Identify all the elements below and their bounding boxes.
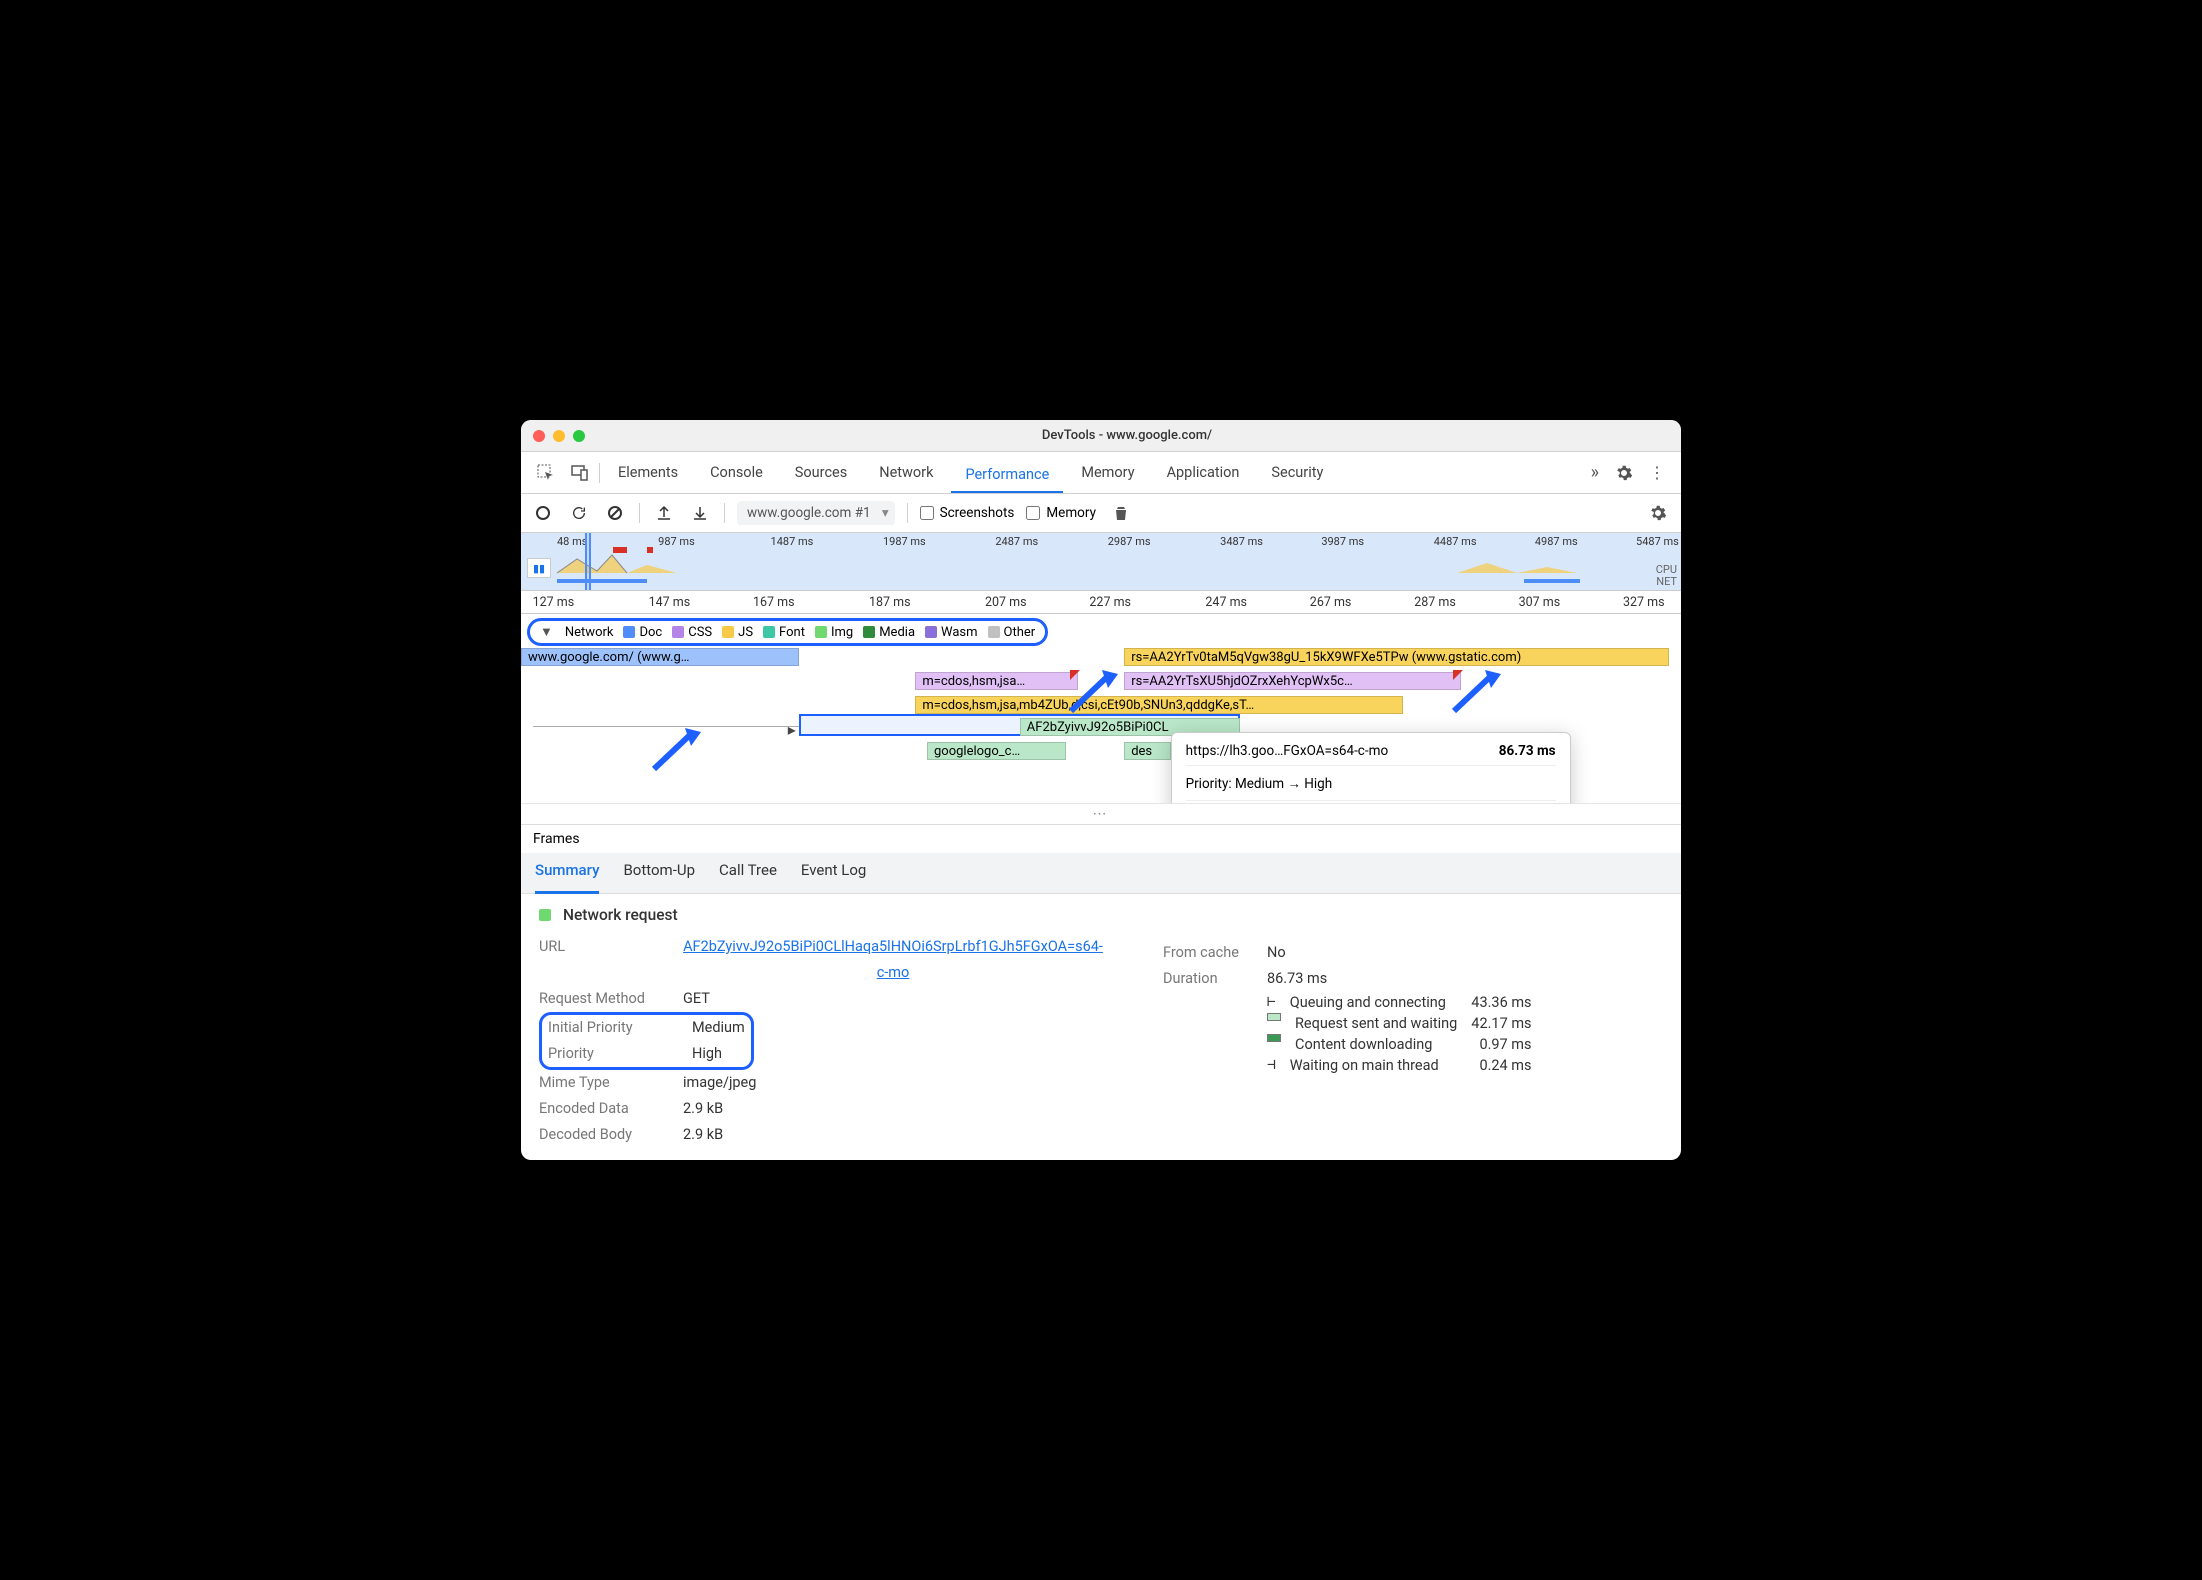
request-bar[interactable]: www.google.com/ (www.g… — [521, 648, 799, 666]
annotation-arrow — [1066, 666, 1126, 726]
request-bar[interactable]: rs=AA2YrTsXU5hjdOZrxXehYcpWx5c… — [1124, 672, 1460, 690]
tab-elements[interactable]: Elements — [604, 456, 692, 489]
overview-labels: CPUNET — [1656, 564, 1677, 588]
subtab-eventlog[interactable]: Event Log — [801, 861, 866, 885]
tab-application[interactable]: Application — [1153, 456, 1254, 489]
maximize-window-button[interactable] — [573, 430, 585, 442]
tab-memory[interactable]: Memory — [1067, 456, 1148, 489]
request-bar[interactable]: googlelogo_c… — [927, 742, 1066, 760]
network-legend: ▼Network Doc CSS JS Font Img Media Wasm … — [527, 618, 1048, 646]
settings-icon[interactable] — [1609, 458, 1639, 488]
window-title: DevTools - www.google.com/ — [585, 428, 1669, 443]
screenshots-toggle[interactable]: Screenshots — [920, 505, 1015, 521]
tab-sources[interactable]: Sources — [781, 456, 861, 489]
more-tabs-icon[interactable]: » — [1585, 456, 1605, 489]
network-waterfall[interactable]: ▼Network Doc CSS JS Font Img Media Wasm … — [521, 613, 1681, 803]
tab-console[interactable]: Console — [696, 456, 777, 489]
request-bar[interactable]: m=cdos,hsm,jsa,mb4ZUb,d,csi,cEt90b,SNUn3… — [915, 696, 1402, 714]
memory-toggle[interactable]: Memory — [1026, 505, 1096, 521]
devtools-window: DevTools - www.google.com/ Elements Cons… — [521, 420, 1681, 1160]
devtools-tabs: Elements Console Sources Network Perform… — [521, 452, 1681, 494]
priority-highlight: Initial PriorityMedium PriorityHigh — [539, 1012, 754, 1070]
request-tooltip: https://lh3.goo…FGxOA=s64-c-mo86.73 ms P… — [1171, 732, 1571, 803]
kebab-menu-icon[interactable]: ⋮ — [1643, 457, 1671, 488]
recording-select[interactable]: www.google.com #1 — [737, 501, 895, 525]
drag-handle[interactable]: ⋯ — [521, 803, 1681, 824]
request-bar[interactable]: rs=AA2YrTv0taM5qVgw38gU_15kX9WFXe5TPw (w… — [1124, 648, 1669, 666]
annotation-arrow — [1449, 666, 1509, 726]
minimize-window-button[interactable] — [553, 430, 565, 442]
gc-icon[interactable] — [1108, 500, 1134, 526]
subtab-bottomup[interactable]: Bottom-Up — [623, 861, 695, 885]
annotation-arrow — [649, 724, 709, 784]
tab-network[interactable]: Network — [865, 456, 947, 489]
frames-section-header[interactable]: Frames — [521, 824, 1681, 853]
titlebar: DevTools - www.google.com/ — [521, 420, 1681, 452]
subtab-calltree[interactable]: Call Tree — [719, 861, 777, 885]
upload-icon[interactable] — [652, 501, 676, 525]
request-bar[interactable]: des — [1124, 742, 1170, 760]
time-ruler[interactable]: 127 ms 147 ms 167 ms 187 ms 207 ms 227 m… — [521, 591, 1681, 613]
device-toggle-icon[interactable] — [565, 458, 595, 488]
timeline-overview[interactable]: ▮▮ 48 ms 987 ms 1487 ms 1987 ms 2487 ms … — [521, 533, 1681, 591]
download-icon[interactable] — [688, 501, 712, 525]
tab-performance[interactable]: Performance — [951, 458, 1063, 493]
perf-toolbar: www.google.com #1 Screenshots Memory — [521, 494, 1681, 533]
close-window-button[interactable] — [533, 430, 545, 442]
subtab-summary[interactable]: Summary — [535, 861, 599, 894]
clear-button[interactable] — [603, 501, 627, 525]
play-overview-button[interactable]: ▮▮ — [527, 558, 551, 578]
request-url-link[interactable]: AF2bZyivvJ92o5BiPi0CLlHaqa5lHNOi6SrpLrbf… — [683, 934, 1103, 986]
request-bar[interactable]: m=cdos,hsm,jsa… — [915, 672, 1077, 690]
record-button[interactable] — [531, 501, 555, 525]
tab-security[interactable]: Security — [1257, 456, 1337, 489]
perf-settings-icon[interactable] — [1645, 500, 1671, 526]
details-tabs: Summary Bottom-Up Call Tree Event Log — [521, 853, 1681, 894]
inspect-icon[interactable] — [531, 458, 561, 488]
reload-button[interactable] — [567, 501, 591, 525]
summary-panel: Network request URLAF2bZyivvJ92o5BiPi0CL… — [521, 894, 1681, 1160]
